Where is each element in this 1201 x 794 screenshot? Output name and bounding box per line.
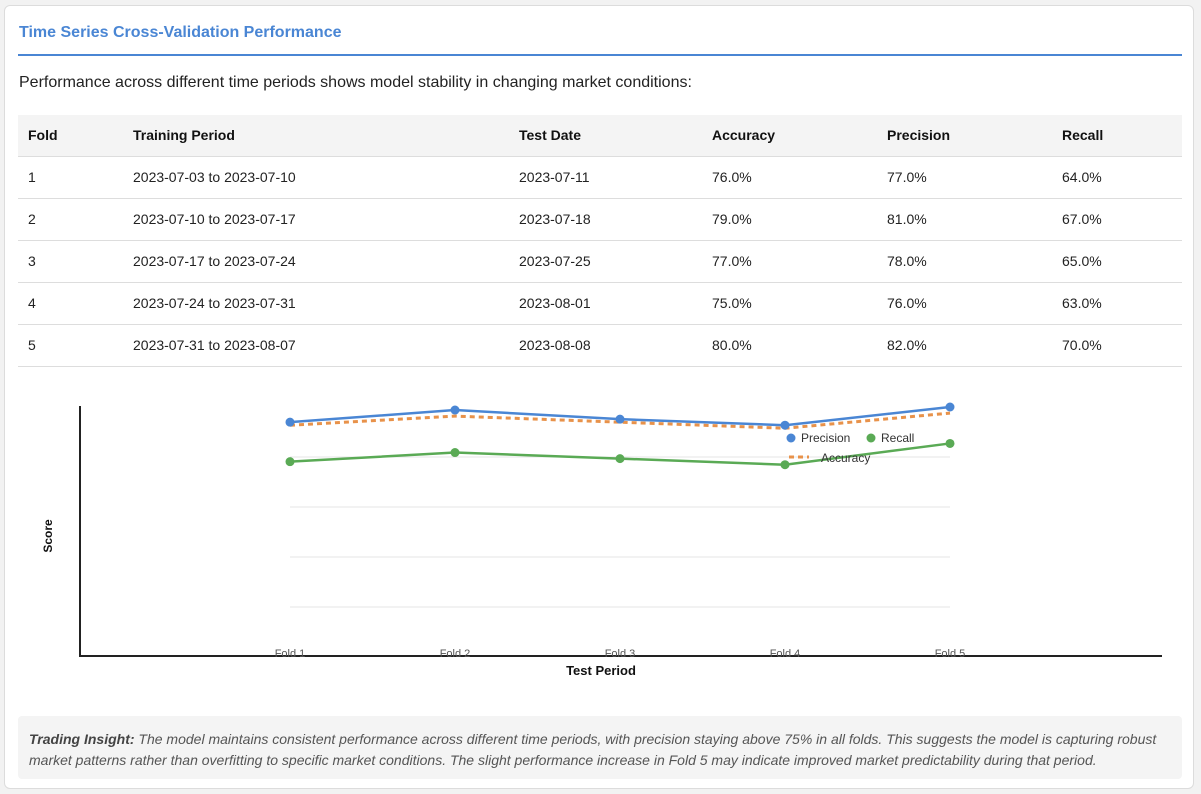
x-tick-label: Fold 3 (605, 648, 636, 660)
trading-insight-box: Trading Insight: The model maintains con… (18, 716, 1182, 779)
insight-text: The model maintains consistent performan… (29, 731, 1157, 768)
legend-label-accuracy: Accuracy (821, 451, 870, 465)
x-tick-labels: Fold 1 Fold 2 Fold 3 Fold 4 Fold 5 (275, 648, 966, 660)
legend-marker-precision (786, 433, 796, 443)
data-point-recall (285, 457, 295, 467)
axis-layer: Score Test Period (41, 406, 1162, 678)
x-axis-label: Test Period (566, 663, 636, 678)
data-point-precision (780, 420, 790, 430)
legend-label-recall: Recall (881, 431, 914, 445)
chart-legend: Precision Recall Accuracy (786, 431, 914, 465)
x-tick-label: Fold 5 (935, 648, 966, 660)
data-point-recall (450, 448, 460, 458)
data-point-precision (615, 414, 625, 424)
data-point-recall (780, 460, 790, 470)
data-point-precision (450, 405, 460, 415)
data-point-precision (285, 417, 295, 427)
legend-label-precision: Precision (801, 431, 850, 445)
x-tick-label: Fold 2 (440, 648, 471, 660)
insight-label: Trading Insight: (29, 731, 135, 747)
data-point-recall (615, 454, 625, 464)
cv-performance-card: Time Series Cross-Validation Performance… (4, 5, 1194, 789)
y-axis-label: Score (41, 519, 55, 553)
x-tick-label: Fold 4 (770, 648, 801, 660)
data-point-precision (945, 402, 955, 412)
data-point-recall (945, 438, 955, 448)
legend-marker-recall (866, 433, 876, 443)
cv-line-chart: Score Test Period Fold 1 Fold 2 Fold 3 Fold… (41, 402, 1162, 678)
x-tick-label: Fold 1 (275, 648, 306, 660)
grid-layer (290, 456, 950, 608)
